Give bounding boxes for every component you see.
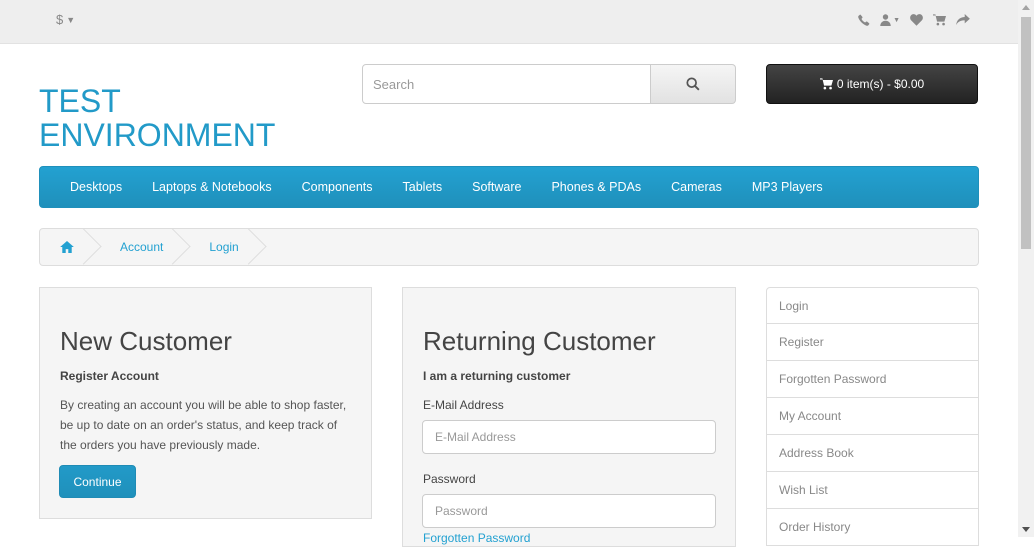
menu-item-mp3-players[interactable]: MP3 Players	[737, 180, 838, 194]
scroll-thumb[interactable]	[1021, 17, 1031, 249]
account-sidebar: Login Register Forgotten Password My Acc…	[766, 287, 979, 546]
page-scrollbar[interactable]	[1018, 0, 1034, 537]
user-icon[interactable]: ▼	[880, 14, 900, 26]
home-icon	[60, 241, 74, 253]
register-description: By creating an account you will be able …	[60, 398, 347, 452]
menu-item-software[interactable]: Software	[457, 180, 536, 194]
sidebar-item-address-book[interactable]: Address Book	[766, 435, 979, 472]
password-label: Password	[423, 472, 476, 486]
menu-item-desktops[interactable]: Desktops	[55, 180, 137, 194]
scroll-down-icon[interactable]	[1022, 527, 1030, 532]
phone-icon[interactable]	[858, 14, 870, 26]
register-account-subtitle: Register Account	[60, 369, 159, 383]
top-bar: $ ▼ ▼	[0, 0, 1018, 44]
logo-line-2: ENVIRONMENT	[39, 117, 276, 153]
sidebar-item-my-account[interactable]: My Account	[766, 398, 979, 435]
logo-line-1: TEST	[39, 83, 121, 119]
breadcrumb-home[interactable]	[40, 229, 94, 265]
search-icon	[686, 77, 700, 91]
cart-button[interactable]: 0 item(s) - $0.00	[766, 64, 978, 104]
returning-customer-panel: Returning Customer I am a returning cust…	[402, 287, 736, 547]
share-icon[interactable]	[956, 14, 970, 26]
currency-dropdown[interactable]: $ ▼	[56, 12, 75, 27]
search-button[interactable]	[651, 64, 736, 104]
shopping-cart-icon[interactable]	[933, 14, 946, 26]
returning-customer-title: Returning Customer	[423, 326, 656, 356]
search-bar	[362, 64, 736, 104]
email-label: E-Mail Address	[423, 398, 504, 412]
sidebar-item-wish-list[interactable]: Wish List	[766, 472, 979, 509]
breadcrumb: Account Login	[39, 228, 979, 266]
scroll-up-icon[interactable]	[1022, 5, 1030, 10]
menu-item-phones[interactable]: Phones & PDAs	[536, 180, 656, 194]
password-field[interactable]	[422, 494, 716, 528]
new-customer-panel: New Customer Register Account By creatin…	[39, 287, 372, 519]
shopping-cart-icon	[819, 78, 833, 90]
breadcrumb-account[interactable]: Account	[94, 229, 183, 265]
sidebar-item-order-history[interactable]: Order History	[766, 509, 979, 546]
menu-item-cameras[interactable]: Cameras	[656, 180, 737, 194]
menu-item-components[interactable]: Components	[287, 180, 388, 194]
returning-customer-subtitle: I am a returning customer	[423, 369, 571, 383]
heart-icon[interactable]	[910, 14, 923, 26]
breadcrumb-login[interactable]: Login	[183, 229, 258, 265]
sidebar-item-register[interactable]: Register	[766, 324, 979, 361]
sidebar-item-login[interactable]: Login	[766, 287, 979, 324]
cart-total: 0 item(s) - $0.00	[836, 77, 925, 91]
caret-down-icon: ▼	[66, 15, 76, 25]
sidebar-item-forgotten-password[interactable]: Forgotten Password	[766, 361, 979, 398]
top-links: ▼	[858, 11, 970, 29]
continue-button[interactable]: Continue	[59, 465, 136, 498]
currency-symbol: $	[56, 12, 64, 27]
menu-item-tablets[interactable]: Tablets	[388, 180, 458, 194]
search-input[interactable]	[362, 64, 652, 104]
caret-down-icon: ▼	[893, 16, 900, 24]
main-menu: Desktops Laptops & Notebooks Components …	[39, 166, 979, 208]
new-customer-title: New Customer	[60, 326, 232, 356]
store-logo[interactable]: TEST ENVIRONMENT	[39, 84, 299, 152]
menu-item-laptops[interactable]: Laptops & Notebooks	[137, 180, 287, 194]
forgotten-password-link[interactable]: Forgotten Password	[423, 531, 530, 545]
email-field[interactable]	[422, 420, 716, 454]
